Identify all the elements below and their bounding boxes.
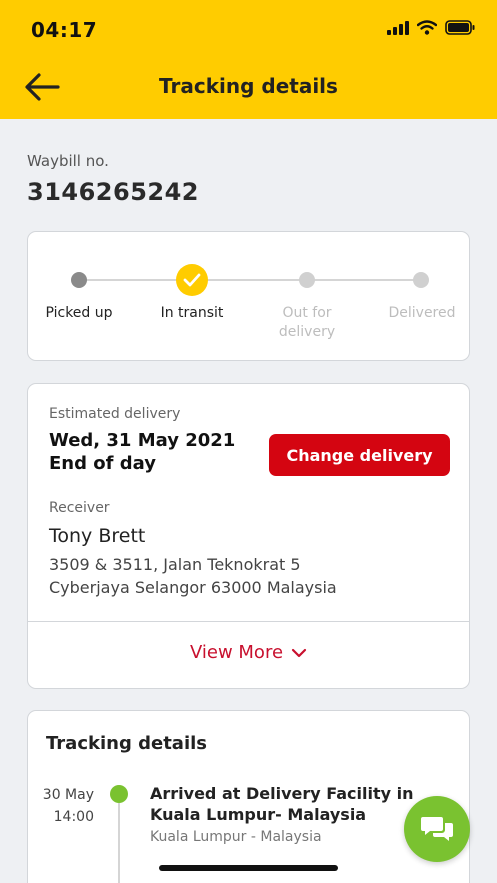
timeline-line [118,803,120,883]
step-dot-delivered [413,272,429,288]
wifi-icon [417,20,437,35]
status-time: 04:17 [31,18,98,42]
event-time: 14:00 [53,809,94,825]
shipment-progress: Picked up In transit Out for delivery De… [27,231,470,361]
view-more-label: View More [189,642,284,663]
home-indicator[interactable] [159,865,338,871]
event-title: Arrived at Delivery Facility in Kuala Lu… [150,784,414,824]
divider [28,621,469,622]
receiver-name: Tony Brett [49,525,146,547]
address-line-2: Cyberjaya Selangor 63000 Malaysia [49,578,337,597]
receiver-address: 3509 & 3511, Jalan Teknokrat 5 Cyberjaya… [49,553,337,599]
step-label-in-transit: In transit [160,305,224,321]
address-line-1: 3509 & 3511, Jalan Teknokrat 5 [49,555,301,574]
estimated-delivery-date: Wed, 31 May 2021 End of day [49,429,235,475]
battery-icon [445,20,475,35]
event-datetime: 30 May 14:00 [34,784,94,828]
chevron-down-icon [291,648,307,657]
step-label-picked-up: Picked up [45,305,113,321]
event-date: 30 May [42,787,94,803]
waybill-number: 3146265242 [27,178,199,206]
delivery-card: Estimated delivery Wed, 31 May 2021 End … [27,383,470,689]
page-title: Tracking details [159,74,338,98]
step-label-delivered: Delivered [388,305,456,321]
estimated-delivery-label: Estimated delivery [49,406,181,422]
app-header: 04:17 Tracking details [0,0,497,119]
waybill-label: Waybill no. [27,152,109,170]
event-location: Kuala Lumpur - Malaysia [150,829,322,845]
tracking-section-title: Tracking details [46,733,207,754]
signal-icon [387,20,409,35]
tracking-history-card: Tracking details 30 May 14:00 Arrived at… [27,710,470,883]
status-icons [387,20,475,35]
delivery-time: End of day [49,453,156,474]
step-label-out-for-delivery: Out for delivery [278,305,336,340]
chat-bubbles-icon [421,817,453,841]
chat-button[interactable] [404,796,470,862]
change-delivery-button[interactable]: Change delivery [269,434,450,476]
delivery-date: Wed, 31 May 2021 [49,430,236,451]
receiver-label: Receiver [49,500,110,516]
step-dot-picked-up [71,272,87,288]
check-icon [183,273,201,287]
event-status-dot [110,785,128,803]
step-check-in-transit [176,264,208,296]
step-dot-out-for-delivery [299,272,315,288]
progress-line [80,279,423,281]
view-more-button[interactable]: View More [28,642,469,663]
